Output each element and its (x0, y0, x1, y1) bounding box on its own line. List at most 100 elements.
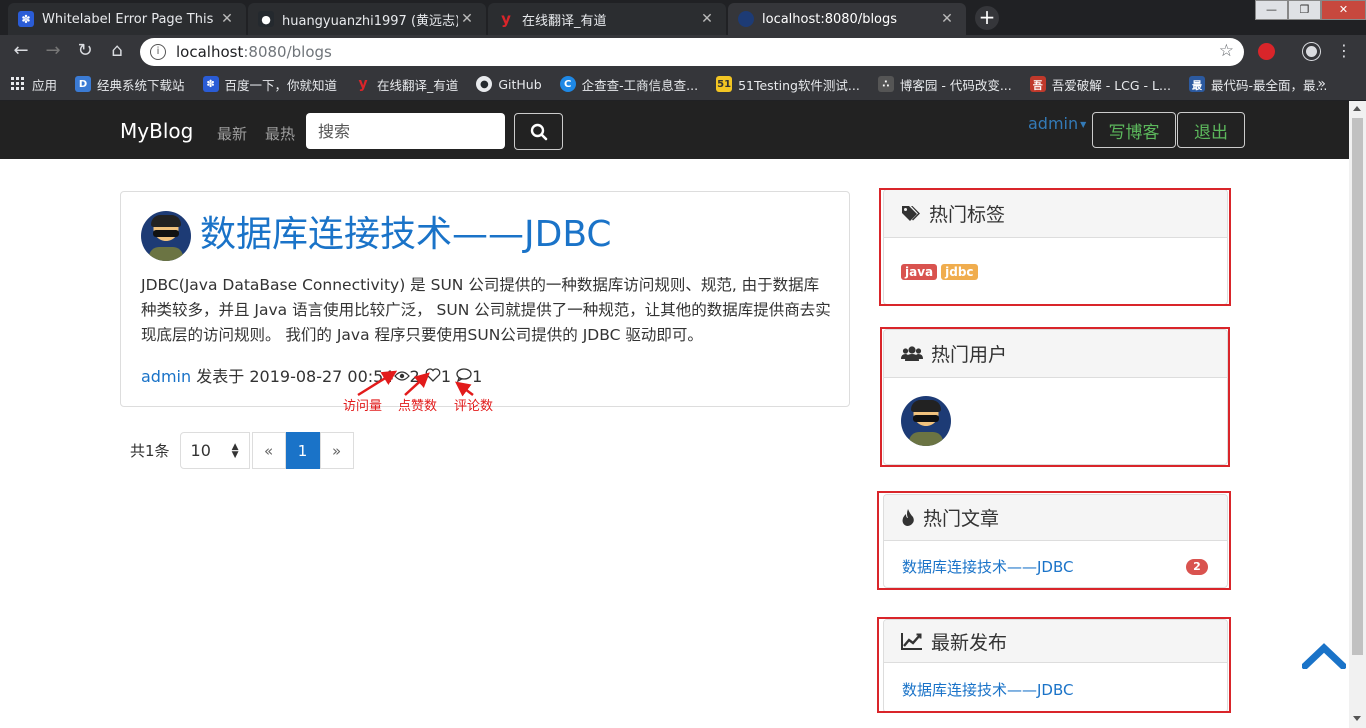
scroll-down-icon[interactable] (1353, 716, 1361, 721)
sort-arrows-icon: ▲ ▼ (231, 441, 239, 460)
pagination: 共1条 10 ▲ ▼ « 1 » (130, 432, 354, 469)
page-size-value: 10 (190, 441, 211, 460)
annotation-arrows (357, 370, 474, 397)
window-controls: — ❐ ✕ (1255, 0, 1366, 20)
bookmark-label: 在线翻译_有道 (377, 77, 459, 93)
extension-record-icon[interactable] (1258, 43, 1275, 60)
bookmark-youdao[interactable]: y 在线翻译_有道 (355, 75, 458, 94)
tab-title: 在线翻译_有道 (522, 13, 607, 29)
page-1-button[interactable]: 1 (285, 432, 320, 469)
annotation-comments: 评论数 (454, 399, 494, 414)
bookmark-label: 应用 (32, 77, 58, 93)
youdao-icon: y (501, 10, 511, 28)
bookmark-github[interactable]: ● GitHub (476, 76, 542, 92)
close-icon[interactable]: ✕ (218, 11, 236, 27)
menu-kebab-icon[interactable]: ⋮ (1333, 40, 1355, 62)
close-icon[interactable]: ✕ (698, 11, 716, 27)
write-blog-button[interactable]: 写博客 (1092, 112, 1176, 148)
user-name: admin (1028, 114, 1079, 133)
github-icon: ● (258, 11, 274, 27)
annotation-box (877, 617, 1231, 713)
site-icon: D (75, 76, 92, 92)
minimize-button[interactable]: — (1255, 0, 1288, 20)
bookmark-star-icon[interactable]: ☆ (1219, 41, 1234, 61)
bookmark-qichacha[interactable]: C 企查查-工商信息查... (559, 75, 699, 94)
nav-link-hot[interactable]: 最热 (265, 123, 295, 144)
logout-button[interactable]: 退出 (1177, 112, 1245, 148)
bookmark-cnblogs[interactable]: ∴ 博客园 - 代码改变... (877, 75, 1012, 94)
browser-tab-blogs[interactable]: localhost:8080/blogs ✕ (728, 3, 966, 35)
annotation-likes: 点赞数 (398, 399, 438, 414)
bookmark-label: 企查查-工商信息查... (581, 77, 699, 93)
bookmark-label: 百度一下，你就知道 (224, 77, 338, 93)
page-scrollbar[interactable] (1349, 101, 1366, 728)
new-tab-button[interactable]: + (975, 6, 999, 30)
bookmark-label: 经典系统下载站 (97, 77, 185, 93)
bookmarks-overflow-button[interactable]: » (1317, 76, 1326, 92)
search-icon (530, 123, 547, 140)
info-icon[interactable]: i (150, 44, 166, 60)
bookmark-label: GitHub (498, 76, 542, 92)
caret-down-icon: ▼ (1080, 120, 1087, 129)
author-avatar[interactable] (141, 211, 191, 261)
52pojie-icon: 吾 (1029, 76, 1046, 92)
user-dropdown[interactable]: admin ▼ (1028, 114, 1086, 133)
forward-arrow-icon[interactable]: → (42, 40, 64, 62)
scroll-up-icon[interactable] (1353, 106, 1361, 111)
testing-icon: 51 (716, 76, 733, 92)
youdao-icon: y (358, 76, 368, 92)
search-button[interactable] (514, 113, 563, 150)
zuidaima-icon: 最 (1188, 76, 1205, 92)
published-prefix: 发表于 (196, 367, 245, 386)
annotation-box (877, 491, 1231, 590)
bookmark-52pojie[interactable]: 吾 吾爱破解 - LCG - L... (1029, 75, 1171, 94)
site-brand[interactable]: MyBlog (120, 119, 193, 143)
annotation-views: 访问量 (343, 399, 383, 414)
annotation-box (879, 188, 1231, 306)
maximize-button[interactable]: ❐ (1288, 0, 1321, 20)
reload-icon[interactable]: ↻ (74, 40, 96, 62)
back-to-top-icon[interactable] (1302, 643, 1346, 669)
tab-title: Whitelabel Error Page This app (42, 11, 218, 27)
bookmark-baidu[interactable]: ✽ 百度一下，你就知道 (202, 75, 338, 94)
post-author-link[interactable]: admin (141, 367, 191, 386)
github-icon: ● (476, 76, 493, 92)
home-icon[interactable]: ⌂ (106, 40, 128, 62)
bookmarks-bar: 应用 D 经典系统下载站 ✽ 百度一下，你就知道 y 在线翻译_有道 ● Git… (0, 68, 1366, 101)
page-viewport: MyBlog 最新 最热 admin▼ 写博客 退出 数据库连接技术——JDBC… (0, 101, 1366, 728)
browser-tab-youdao[interactable]: y 在线翻译_有道 ✕ (488, 3, 726, 35)
nav-link-latest[interactable]: 最新 (217, 123, 247, 144)
likes-arrow (404, 372, 430, 396)
bookmark-zuidaima[interactable]: 最 最代码-最全面，最... (1188, 75, 1327, 94)
comments-arrow (455, 381, 474, 397)
url-field[interactable]: i localhost:8080/blogs ☆ (140, 38, 1244, 66)
url-path: :8080/blogs (243, 43, 332, 61)
browser-tab-github[interactable]: ● huangyuanzhi1997 (黄远志) ✕ (248, 3, 486, 35)
page-prev-button[interactable]: « (251, 432, 286, 469)
post-excerpt: JDBC(Java DataBase Connectivity) 是 SUN 公… (141, 276, 831, 344)
avatar-icon (738, 11, 754, 27)
address-toolbar: ← → ↻ ⌂ i localhost:8080/blogs ☆ ⋮ (0, 35, 1366, 68)
bookmark-label: 博客园 - 代码改变... (899, 77, 1012, 93)
apps-grid-icon (10, 76, 26, 92)
bookmark-apps[interactable]: 应用 (10, 75, 57, 94)
cnblogs-icon: ∴ (877, 76, 894, 92)
account-icon[interactable] (1303, 43, 1320, 60)
close-icon[interactable]: ✕ (938, 11, 956, 27)
back-arrow-icon[interactable]: ← (10, 40, 32, 62)
total-count: 共1条 (130, 442, 170, 460)
window-close-button[interactable]: ✕ (1321, 0, 1366, 20)
close-icon[interactable]: ✕ (458, 11, 476, 27)
page-next-button[interactable]: » (319, 432, 354, 469)
bookmark-download-site[interactable]: D 经典系统下载站 (75, 75, 185, 94)
paw-icon: ✽ (202, 76, 219, 92)
search-input[interactable] (306, 113, 505, 149)
page-size-select[interactable]: 10 ▲ ▼ (179, 432, 250, 469)
bookmark-51testing[interactable]: 51 51Testing软件测试... (716, 75, 860, 94)
tab-title: localhost:8080/blogs (762, 11, 898, 27)
browser-tab-error-page[interactable]: ✽ Whitelabel Error Page This app ✕ (8, 3, 246, 35)
post-title-link[interactable]: 数据库连接技术——JDBC (200, 215, 612, 255)
scrollbar-thumb[interactable] (1352, 118, 1363, 655)
paw-icon: ✽ (18, 11, 34, 27)
qichacha-icon: C (559, 76, 576, 92)
